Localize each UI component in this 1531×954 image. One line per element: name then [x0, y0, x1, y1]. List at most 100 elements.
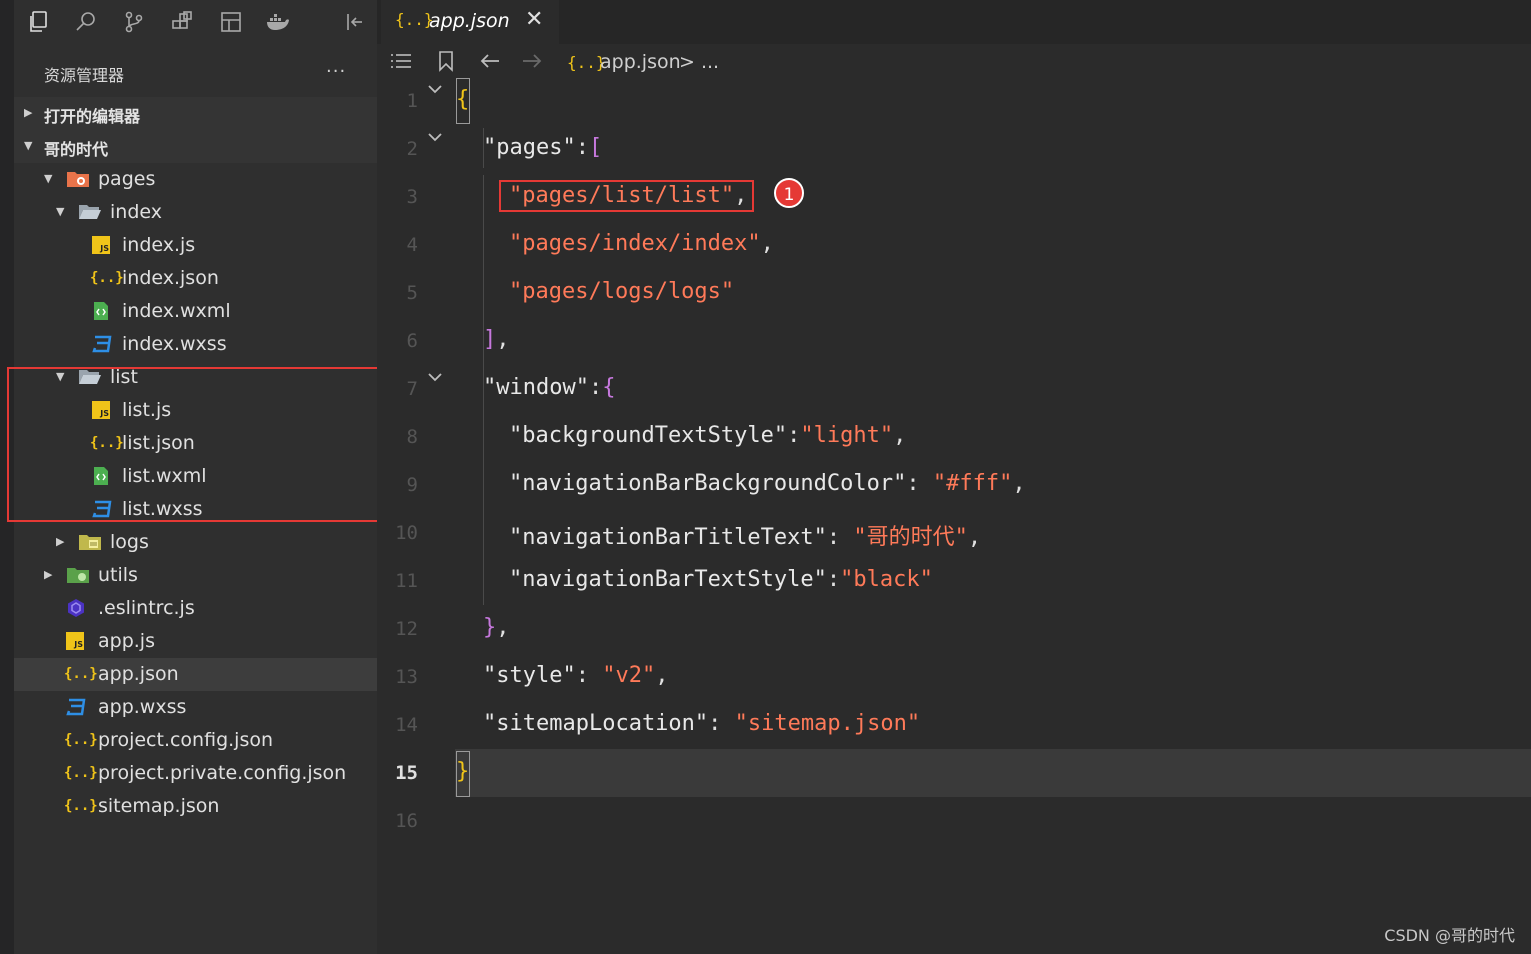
line-number: 4 — [406, 234, 418, 256]
fold-chevron-icon[interactable] — [427, 128, 443, 147]
code-token: , — [496, 327, 510, 352]
explorer-icon[interactable] — [24, 8, 52, 36]
chevron-right-icon[interactable]: ▶ — [56, 535, 64, 548]
code-line[interactable]: "backgroundTextStyle":"light", — [509, 423, 906, 448]
breadcrumb-file[interactable]: app.json — [600, 51, 681, 73]
collapse-panel-icon[interactable] — [340, 8, 368, 36]
annotation-badge-1: 1 — [774, 178, 804, 208]
tree-item-label: project.config.json — [98, 729, 274, 751]
line-number: 10 — [395, 522, 418, 544]
json-file-icon: {..} — [64, 765, 98, 781]
tree-item[interactable]: {..} project.private.config.json — [14, 757, 377, 790]
line-number: 15 — [395, 762, 418, 784]
extensions-icon[interactable] — [168, 8, 196, 36]
tree-item[interactable]: {..} app.json — [14, 658, 377, 691]
chevron-right-icon[interactable]: ▶ — [44, 568, 52, 581]
fold-chevron-icon[interactable] — [427, 368, 443, 387]
layout-icon[interactable] — [217, 8, 245, 36]
search-icon[interactable] — [72, 8, 100, 36]
tree-item-label: project.private.config.json — [98, 762, 347, 784]
code-line[interactable]: "window":{ — [483, 375, 615, 400]
chevron-down-icon[interactable]: ▼ — [56, 205, 64, 218]
chevron-down-icon[interactable]: ▼ — [44, 172, 52, 185]
code-line[interactable]: "style": "v2", — [483, 663, 668, 688]
tree-item[interactable]: ▼ index — [14, 196, 377, 229]
code-token: , — [496, 615, 510, 640]
tree-item[interactable]: index.wxml — [14, 295, 377, 328]
tree-item[interactable]: index.wxss — [14, 328, 377, 361]
code-token: [ — [588, 135, 603, 160]
code-token: "light" — [800, 423, 894, 448]
line-number: 16 — [395, 810, 418, 832]
code-line[interactable]: "pages/index/index", — [509, 231, 774, 256]
tree-item[interactable]: .eslintrc.js — [14, 592, 377, 625]
wxml-file-icon — [92, 301, 114, 321]
line-number: 6 — [406, 330, 418, 352]
tree-item[interactable]: ▼ pages — [14, 163, 377, 196]
code-line[interactable]: }, — [483, 615, 510, 640]
tree-item-label: index.json — [122, 267, 219, 289]
docker-icon[interactable] — [264, 8, 292, 36]
wxss-file-icon — [66, 697, 88, 717]
tree-item-label: utils — [98, 564, 138, 586]
tree-item-label: app.wxss — [98, 696, 187, 718]
explorer-header: 资源管理器 ... — [14, 52, 377, 90]
outline-icon[interactable] — [389, 50, 413, 77]
json-file-icon: {..} — [64, 666, 98, 682]
more-actions-button[interactable]: ... — [326, 56, 346, 77]
line-number: 14 — [395, 714, 418, 736]
breadcrumb-rest[interactable]: > ... — [679, 51, 719, 73]
chevron-right-icon: ▶ — [24, 106, 33, 119]
code-token: , — [1012, 471, 1026, 496]
section-project[interactable]: ▼ 哥的时代 — [14, 130, 377, 163]
line-number: 2 — [406, 138, 418, 160]
code-line[interactable]: "pages":[ — [483, 135, 602, 160]
code-line[interactable]: "navigationBarTitleText": "哥的时代", — [509, 519, 981, 551]
source-control-icon[interactable] — [120, 8, 148, 36]
line-number: 8 — [406, 426, 418, 448]
code-line[interactable]: { — [456, 87, 469, 112]
tree-item-label: .eslintrc.js — [98, 597, 195, 619]
line-number: 7 — [406, 378, 418, 400]
code-token: : — [575, 663, 603, 688]
code-line[interactable]: } — [456, 759, 469, 784]
code-token: "sitemap.json" — [734, 711, 921, 736]
json-file-icon: {..} — [64, 798, 98, 814]
tab-app-json[interactable]: {..} app.json ✕ — [381, 0, 559, 44]
code-token: : — [708, 711, 735, 736]
tree-item[interactable]: {..} project.config.json — [14, 724, 377, 757]
tree-item[interactable]: {..} sitemap.json — [14, 790, 377, 823]
code-token: , — [655, 663, 669, 688]
json-file-icon: {..} — [64, 732, 98, 748]
code-line[interactable]: ], — [483, 327, 510, 352]
tree-item[interactable]: JS app.js — [14, 625, 377, 658]
section-open-editors[interactable]: ▶ 打开的编辑器 — [14, 97, 377, 130]
code-line[interactable]: "navigationBarTextStyle":"black" — [509, 567, 933, 592]
activity-bar — [14, 0, 377, 44]
line-number: 1 — [406, 90, 418, 112]
bookmark-icon[interactable] — [437, 50, 455, 77]
tree-item[interactable]: app.wxss — [14, 691, 377, 724]
code-token: "#fff" — [932, 471, 1013, 496]
code-token: "navigationBarBackgroundColor" — [509, 471, 907, 496]
current-line-highlight — [455, 749, 1531, 797]
annotation-box-list-folder — [7, 367, 382, 522]
close-icon[interactable]: ✕ — [525, 7, 543, 32]
forward-arrow-icon[interactable] — [521, 50, 543, 77]
tree-item[interactable]: {..} index.json — [14, 262, 377, 295]
line-number: 9 — [406, 474, 418, 496]
pages-folder-icon — [66, 169, 89, 189]
tree-item[interactable]: ▶ utils — [14, 559, 377, 592]
code-line[interactable]: "navigationBarBackgroundColor": "#fff", — [509, 471, 1026, 496]
code-token: "pages/logs/logs" — [509, 279, 735, 304]
watermark: CSDN @哥的时代 — [1384, 926, 1515, 945]
line-number: 11 — [395, 570, 418, 592]
tree-item[interactable]: JS index.js — [14, 229, 377, 262]
tree-item[interactable]: ▶ logs — [14, 526, 377, 559]
back-arrow-icon[interactable] — [479, 50, 501, 77]
code-line[interactable]: "sitemapLocation": "sitemap.json" — [483, 711, 920, 736]
section-label: 打开的编辑器 — [44, 107, 141, 126]
fold-chevron-icon[interactable] — [427, 80, 443, 99]
code-line[interactable]: "pages/logs/logs" — [509, 279, 734, 304]
code-token: "v2" — [602, 663, 656, 688]
